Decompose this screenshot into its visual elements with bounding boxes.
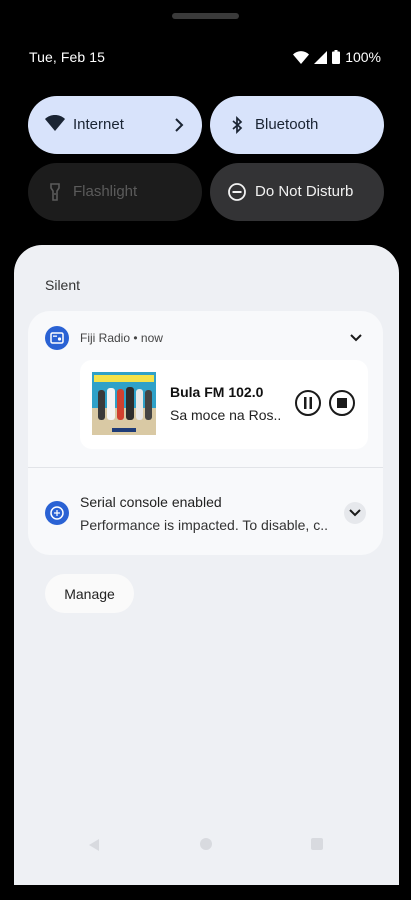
media-subtitle: Sa moce na Ros.. bbox=[170, 407, 282, 423]
media-notification-header: Fiji Radio • now bbox=[80, 331, 163, 345]
silent-section-label: Silent bbox=[45, 277, 81, 293]
wifi-icon bbox=[293, 50, 310, 64]
status-date: Tue, Feb 15 bbox=[29, 49, 106, 65]
bluetooth-tile[interactable]: Bluetooth bbox=[210, 96, 384, 154]
expand-serial-button[interactable] bbox=[344, 502, 366, 524]
back-icon[interactable] bbox=[88, 838, 100, 856]
battery-percent: 100% bbox=[345, 49, 381, 65]
do-not-disturb-tile[interactable]: Do Not Disturb bbox=[210, 163, 384, 221]
serial-notification-body: Performance is impacted. To disable, c.. bbox=[80, 517, 328, 533]
app-name: Fiji Radio bbox=[80, 331, 131, 345]
album-art bbox=[92, 372, 156, 435]
expand-media-button[interactable] bbox=[345, 327, 367, 349]
wifi-icon bbox=[45, 115, 65, 135]
flashlight-tile-label: Flashlight bbox=[73, 183, 138, 200]
chevron-right-icon bbox=[174, 117, 184, 133]
drag-handle[interactable] bbox=[172, 13, 239, 19]
flashlight-icon bbox=[45, 182, 65, 202]
battery-icon bbox=[332, 50, 341, 64]
status-icons: 100% bbox=[293, 49, 381, 65]
stop-button[interactable] bbox=[329, 390, 355, 416]
cell-signal-icon bbox=[314, 50, 328, 64]
bluetooth-icon bbox=[227, 115, 247, 135]
status-bar: Tue, Feb 15 100% bbox=[0, 46, 411, 70]
notification-divider bbox=[28, 467, 383, 468]
flashlight-tile[interactable]: Flashlight bbox=[28, 163, 202, 221]
android-system-icon bbox=[45, 501, 69, 525]
internet-tile-label: Internet bbox=[73, 116, 124, 133]
header-separator: • bbox=[133, 331, 141, 345]
stop-icon bbox=[337, 398, 347, 408]
notification-time: now bbox=[140, 331, 163, 345]
radio-app-icon bbox=[45, 326, 69, 350]
navigation-bar bbox=[0, 828, 411, 860]
manage-button[interactable]: Manage bbox=[45, 574, 134, 613]
pause-button[interactable] bbox=[295, 390, 321, 416]
pause-icon bbox=[304, 397, 312, 409]
chevron-down-icon bbox=[349, 509, 361, 517]
recents-icon[interactable] bbox=[311, 838, 323, 850]
serial-notification-title: Serial console enabled bbox=[80, 494, 222, 510]
home-icon[interactable] bbox=[200, 838, 212, 850]
internet-tile[interactable]: Internet bbox=[28, 96, 202, 154]
chevron-down-icon bbox=[350, 334, 362, 342]
do-not-disturb-tile-label: Do Not Disturb bbox=[255, 183, 354, 200]
dnd-icon bbox=[227, 182, 247, 202]
bluetooth-tile-label: Bluetooth bbox=[255, 116, 319, 133]
media-title: Bula FM 102.0 bbox=[170, 384, 264, 400]
